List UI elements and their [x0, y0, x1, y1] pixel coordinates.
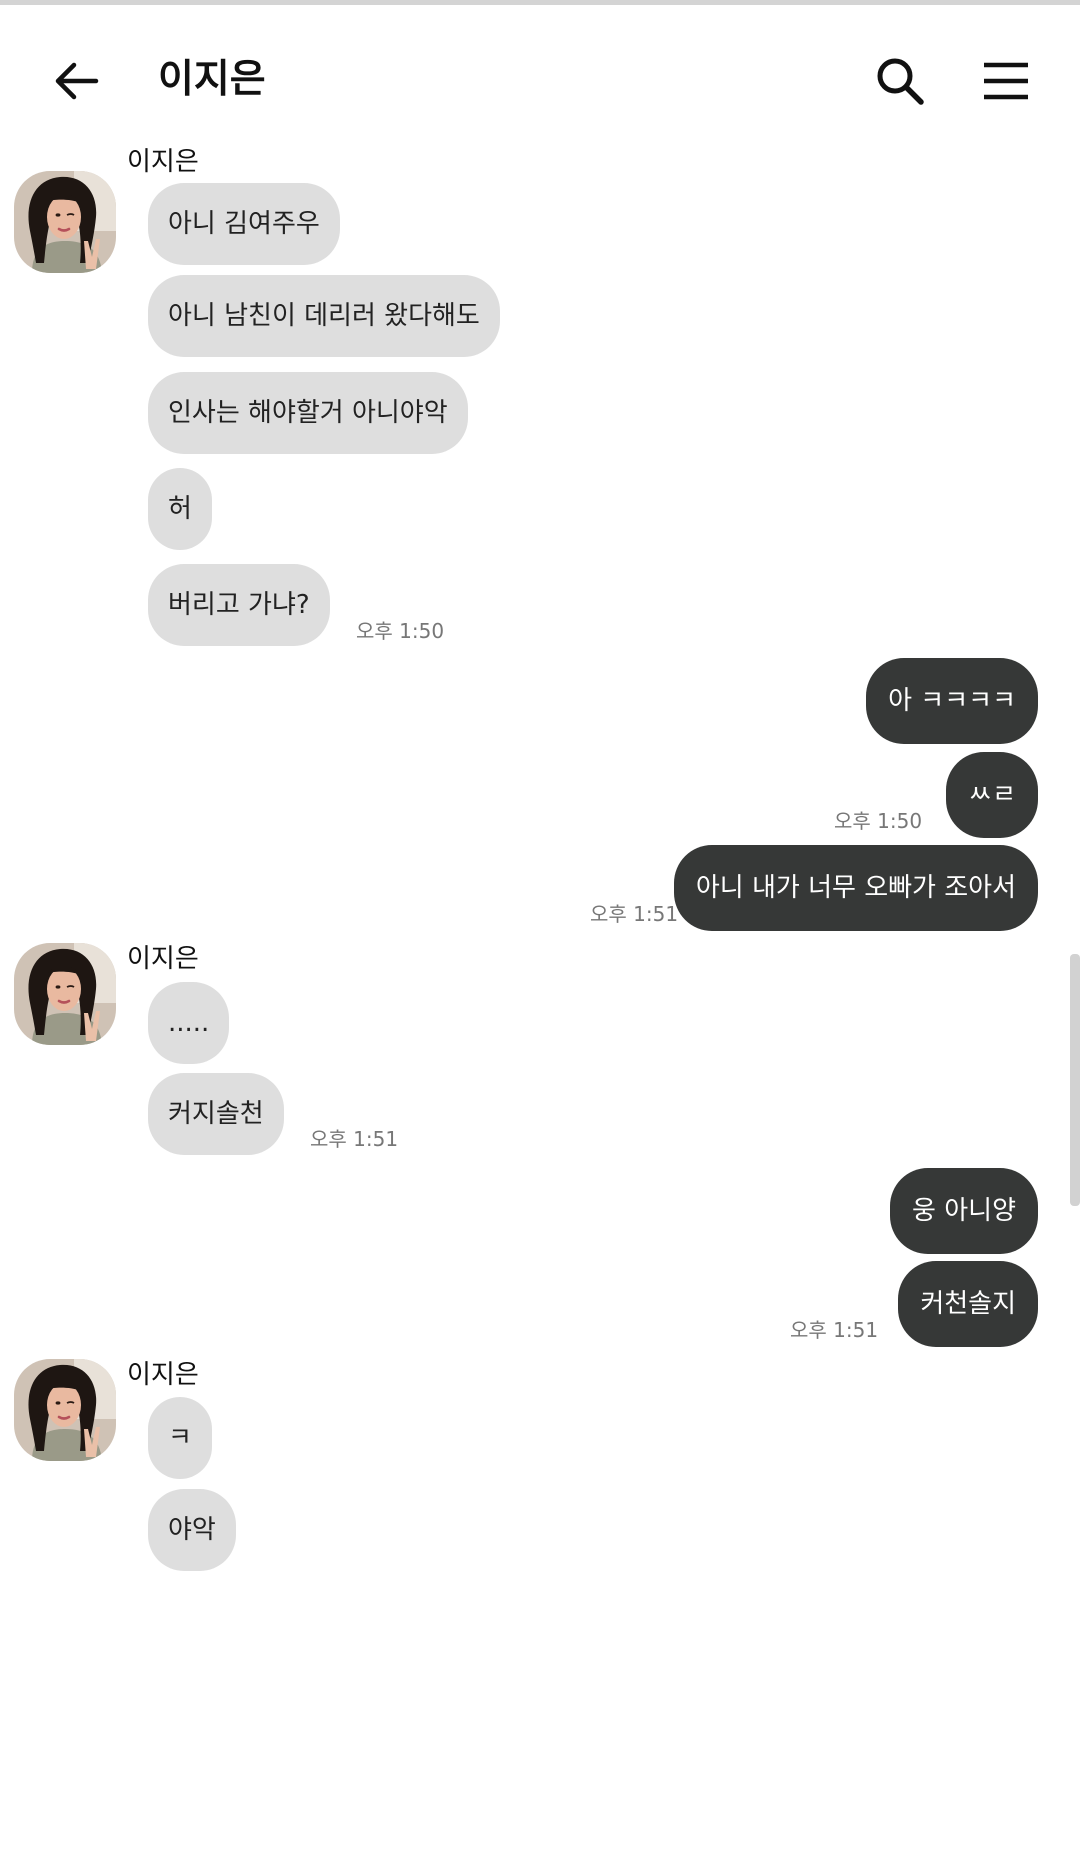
- sender-name: 이지은: [127, 1360, 199, 1390]
- message-bubble-incoming[interactable]: 허: [148, 468, 212, 550]
- message-bubble-incoming[interactable]: .....: [148, 982, 230, 1064]
- message-bubble-outgoing[interactable]: 아 ㅋㅋㅋㅋ: [866, 658, 1038, 744]
- message-timestamp: 오후 1:50: [834, 809, 923, 833]
- message-bubble-outgoing[interactable]: ㅆㄹ: [946, 752, 1038, 838]
- message-timestamp: 오후 1:51: [590, 902, 679, 926]
- message-timestamp: 오후 1:51: [310, 1127, 399, 1151]
- back-button[interactable]: [40, 45, 112, 117]
- message-bubble-incoming[interactable]: 아니 김여주우: [148, 183, 340, 265]
- profile-photo: [14, 1359, 116, 1461]
- message-bubble-outgoing[interactable]: 커천솔지: [898, 1261, 1038, 1347]
- message-bubble-incoming[interactable]: ㅋ: [148, 1397, 212, 1479]
- profile-photo: [14, 171, 116, 273]
- page-title: 이지은: [158, 57, 266, 102]
- message-bubble-incoming[interactable]: 아니 남친이 데리러 왔다해도: [148, 275, 500, 357]
- message-timestamp: 오후 1:50: [356, 619, 445, 643]
- message-bubble-incoming[interactable]: 인사는 해야할거 아니야악: [148, 372, 468, 454]
- avatar[interactable]: [14, 943, 116, 1045]
- message-bubble-outgoing[interactable]: 웅 아니양: [890, 1168, 1038, 1254]
- menu-button[interactable]: [968, 43, 1044, 119]
- sender-name: 이지은: [127, 147, 199, 177]
- chat-header: 이지은: [0, 5, 1080, 145]
- chat-message-list[interactable]: 이지은 아니 김여주우 아니 남친이 데리러 왔다해도 인사는 해야할거 아니야…: [0, 145, 1080, 1853]
- message-bubble-outgoing[interactable]: 아니 내가 너무 오빠가 조아서: [673, 845, 1038, 931]
- search-button[interactable]: [862, 43, 938, 119]
- profile-photo: [14, 943, 116, 1045]
- message-bubble-incoming[interactable]: 야악: [148, 1489, 236, 1571]
- message-bubble-incoming[interactable]: 버리고 가냐?: [148, 564, 330, 646]
- hamburger-menu-icon: [984, 62, 1028, 100]
- arrow-left-icon: [55, 62, 99, 100]
- sender-name: 이지은: [127, 944, 199, 974]
- scrollbar-thumb[interactable]: [1070, 954, 1080, 1206]
- avatar[interactable]: [14, 171, 116, 273]
- avatar[interactable]: [14, 1359, 116, 1461]
- message-bubble-incoming[interactable]: 커지솔천: [148, 1073, 284, 1155]
- message-timestamp: 오후 1:51: [790, 1318, 879, 1342]
- search-icon: [877, 58, 924, 105]
